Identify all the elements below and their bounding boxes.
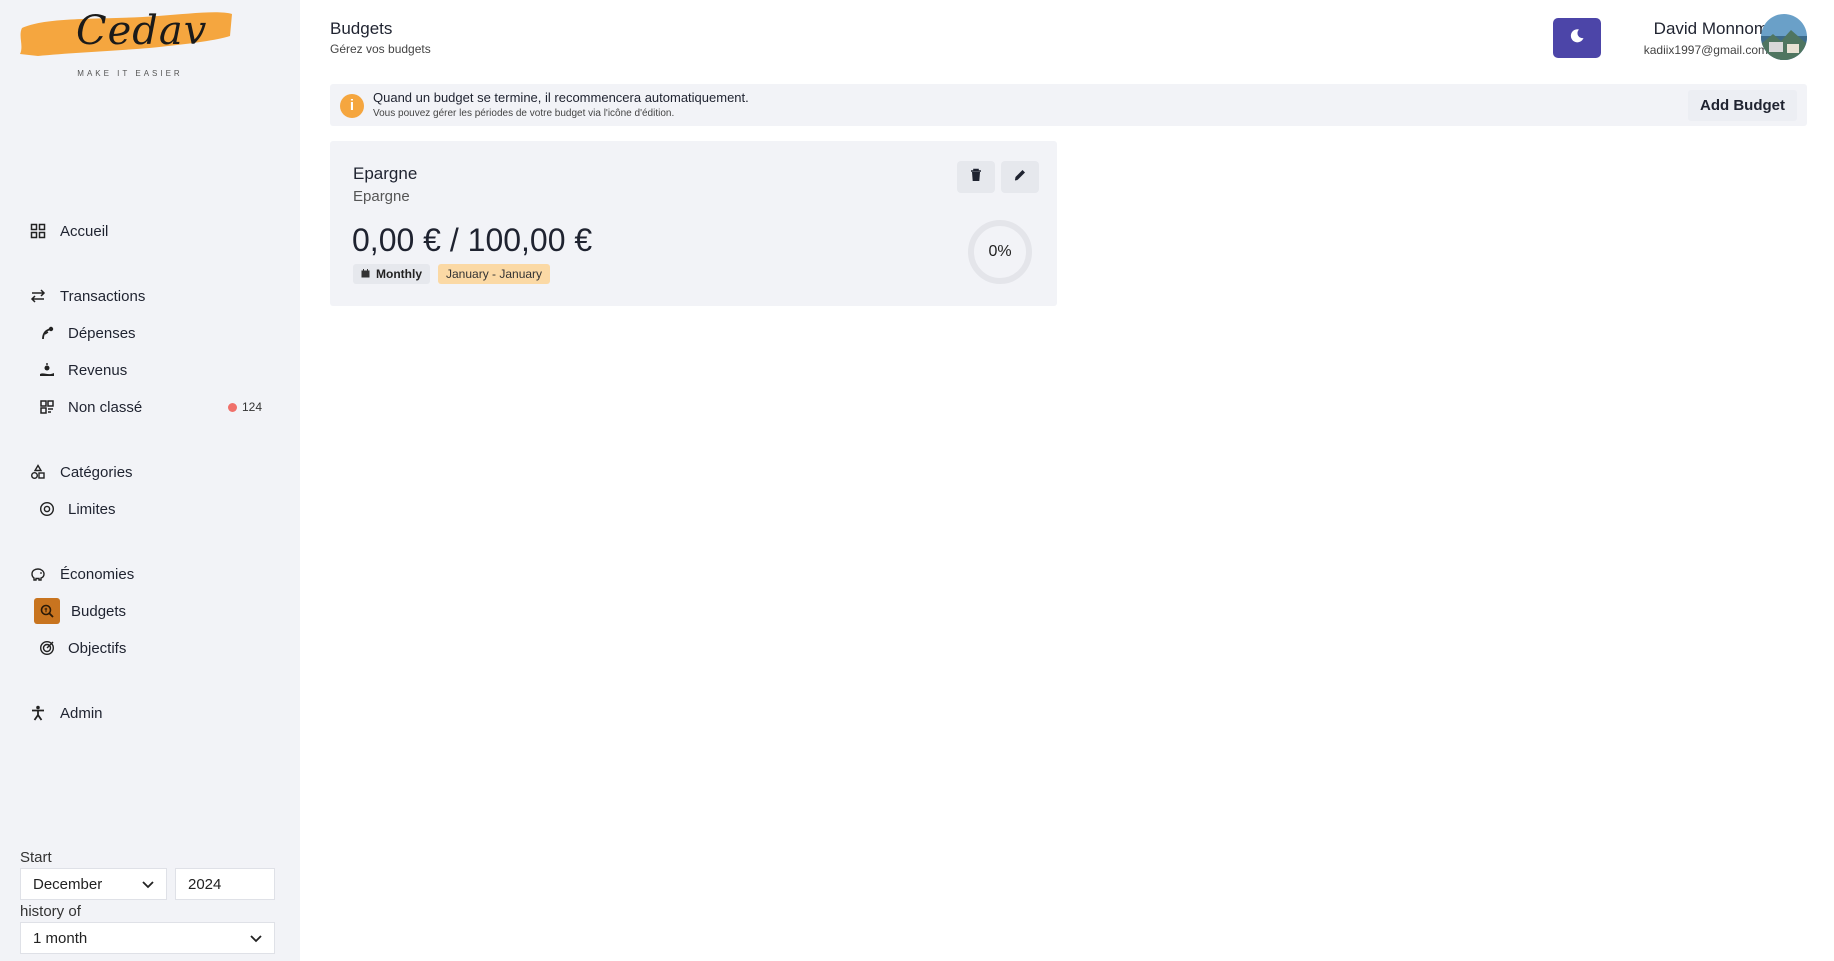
budget-search-icon [34, 598, 60, 624]
money-in-icon [37, 360, 57, 380]
history-select-value: 1 month [33, 929, 88, 947]
info-icon: i [340, 94, 364, 118]
logo-text: Cedav [76, 8, 208, 54]
chevron-down-icon [142, 876, 154, 893]
sidebar-item-limites[interactable]: Limites [37, 494, 116, 524]
unclassified-icon [37, 397, 57, 417]
budget-card[interactable]: Epargne Epargne 0,00 € / 100,00 € Monthl… [330, 141, 1057, 306]
sidebar-item-label: Économies [60, 565, 135, 583]
user-email: kadiix1997@gmail.com [1643, 43, 1768, 57]
period-chip: January - January [438, 264, 551, 284]
frequency-chip: Monthly [353, 264, 430, 284]
info-hint: Vous pouvez gérer les périodes de votre … [373, 108, 675, 119]
month-select-value: December [33, 875, 103, 893]
sidebar-item-transactions[interactable]: Transactions [28, 281, 145, 311]
logo[interactable]: Cedav MAKE IT EASIER [18, 6, 278, 86]
history-label: history of [20, 903, 81, 920]
pencil-icon [1013, 168, 1027, 187]
sidebar-item-label: Dépenses [68, 324, 136, 342]
budget-amount: 0,00 € / 100,00 € [352, 222, 593, 258]
dark-mode-toggle[interactable] [1553, 18, 1601, 58]
logo-tagline: MAKE IT EASIER [77, 69, 183, 78]
sidebar-item-label: Catégories [60, 463, 133, 481]
sidebar-item-label: Non classé [68, 398, 143, 416]
sidebar-item-economies[interactable]: Économies [28, 559, 134, 589]
moon-icon [1569, 28, 1585, 49]
budget-category: Epargne [353, 188, 410, 205]
sidebar-item-label: Revenus [68, 361, 128, 379]
delete-button[interactable] [957, 161, 995, 193]
start-label: Start [20, 849, 52, 866]
person-icon [28, 703, 48, 723]
year-input[interactable]: 2024 [175, 868, 275, 900]
sidebar-item-revenus[interactable]: Revenus [37, 355, 127, 385]
sidebar-item-depenses[interactable]: Dépenses [37, 318, 136, 348]
sidebar-item-accueil[interactable]: Accueil [28, 216, 108, 246]
progress-label: 0% [988, 243, 1012, 260]
sidebar-item-label: Objectifs [68, 639, 127, 657]
shapes-icon [28, 462, 48, 482]
info-message: Quand un budget se termine, il recommenc… [373, 90, 749, 105]
history-select[interactable]: 1 month [20, 922, 275, 954]
edit-button[interactable] [1001, 161, 1039, 193]
sidebar-item-objectifs[interactable]: Objectifs [37, 633, 126, 663]
status-dot [227, 402, 237, 412]
sidebar-item-label: Budgets [71, 602, 127, 620]
unclassified-count-badge: 124 [227, 400, 262, 414]
sidebar-item-label: Accueil [60, 222, 109, 240]
period-selector: Start December 2024 history of 1 month [20, 849, 280, 954]
year-input-value: 2024 [188, 875, 222, 893]
trash-icon [969, 168, 983, 187]
target-circle-icon [37, 499, 57, 519]
money-out-icon [37, 323, 57, 343]
sidebar-item-non-classe[interactable]: Non classé 124 [37, 392, 282, 422]
goal-icon [37, 638, 57, 658]
sidebar-item-admin[interactable]: Admin [28, 698, 103, 728]
user-name: David Monnom [1653, 19, 1768, 38]
chevron-down-icon [250, 930, 262, 947]
info-banner: i Quand un budget se termine, il recomme… [330, 84, 1807, 126]
piggy-bank-icon [28, 564, 48, 584]
calendar-icon [361, 267, 370, 281]
avatar[interactable] [1761, 14, 1807, 60]
page-title: Budgets [330, 19, 393, 38]
sidebar-item-budgets[interactable]: Budgets [34, 596, 127, 626]
page-subtitle: Gérez vos budgets [330, 42, 431, 56]
add-budget-button[interactable]: Add Budget [1688, 90, 1797, 121]
dashboard-icon [28, 221, 48, 241]
budget-title: Epargne [353, 164, 418, 183]
arrows-exchange-icon [28, 286, 48, 306]
sidebar-item-label: Admin [60, 704, 103, 722]
month-select[interactable]: December [20, 868, 167, 900]
sidebar-item-categories[interactable]: Catégories [28, 457, 133, 487]
sidebar-item-label: Limites [68, 500, 116, 518]
sidebar-item-label: Transactions [60, 287, 146, 305]
sidebar: Cedav MAKE IT EASIER Accueil Transaction… [0, 0, 300, 961]
frequency-label: Monthly [376, 267, 422, 281]
badge-count: 124 [241, 400, 262, 414]
